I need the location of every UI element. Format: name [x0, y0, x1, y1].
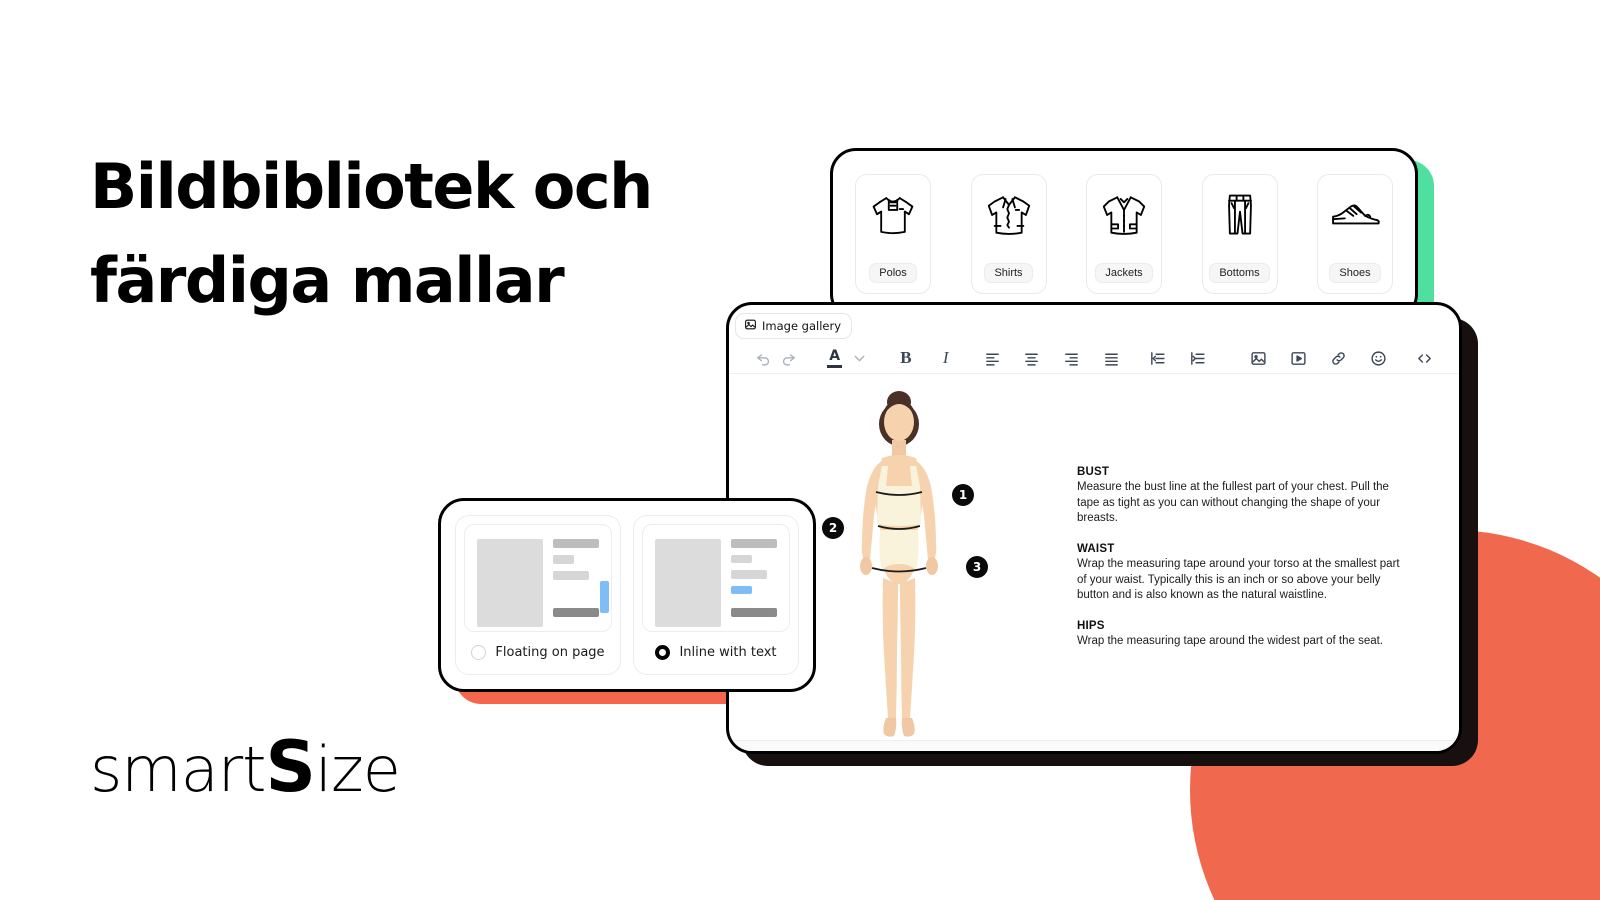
align-justify-icon[interactable] — [1099, 343, 1124, 373]
image-icon — [744, 318, 757, 334]
category-card-bottoms[interactable]: Bottoms — [1201, 174, 1278, 294]
radio-button-inline[interactable] — [655, 645, 671, 660]
wireframe-preview-inline — [642, 524, 790, 632]
undo-icon[interactable] — [751, 343, 776, 373]
shoe-icon — [1328, 186, 1382, 244]
wireframe-image-block — [655, 539, 721, 627]
wireframe-blue-highlight — [600, 581, 609, 613]
outdent-icon[interactable] — [1145, 343, 1170, 373]
editor-content: 1 2 3 BUST Measure the bust line at the … — [729, 374, 1459, 740]
wireframe-text-lines — [553, 539, 609, 617]
category-label: Shirts — [984, 263, 1033, 283]
text-color-icon[interactable]: A — [822, 343, 847, 373]
editor-toolbar: A B I — [729, 343, 1459, 375]
category-card-polos[interactable]: Polos — [855, 174, 931, 294]
radio-label: Floating on page — [495, 645, 605, 660]
tab-image-gallery[interactable]: Image gallery — [735, 313, 853, 339]
source-code-icon[interactable] — [1412, 343, 1437, 373]
radio-label: Inline with text — [679, 645, 777, 660]
insert-emoji-icon[interactable] — [1366, 343, 1391, 373]
garment-category-panel: Polos Shirts Jackets Bottoms Shoes — [830, 148, 1418, 320]
trousers-icon — [1213, 186, 1267, 244]
body-figure-illustration: 1 2 3 — [804, 388, 994, 740]
wireframe-text-lines — [731, 539, 777, 617]
wireframe-line — [731, 554, 752, 564]
text-color-swatch — [827, 364, 843, 368]
insert-video-icon[interactable] — [1286, 343, 1311, 373]
insert-image-icon[interactable] — [1246, 343, 1271, 373]
dress-shirt-icon — [982, 186, 1036, 244]
wireframe-line — [553, 539, 599, 548]
radio-row-inline[interactable]: Inline with text — [642, 632, 790, 674]
chevron-down-icon[interactable] — [847, 343, 872, 373]
polo-shirt-icon — [866, 186, 920, 244]
wireframe-preview-floating — [464, 524, 612, 632]
section-body: Wrap the measuring tape around the wides… — [1077, 635, 1383, 648]
section-heading: BUST — [1077, 466, 1110, 479]
page-title: Bildbibliotek och färdiga mallar — [90, 140, 730, 328]
category-label: Jackets — [1095, 263, 1153, 283]
brand-logo: smart Size — [90, 726, 401, 808]
page-title-line-1: Bildbibliotek och — [90, 150, 653, 223]
indent-icon[interactable] — [1185, 343, 1210, 373]
align-right-icon[interactable] — [1059, 343, 1084, 373]
wireframe-image-block — [477, 539, 543, 627]
category-card-shirts[interactable]: Shirts — [970, 174, 1047, 294]
category-label: Polos — [869, 263, 917, 283]
wireframe-line — [553, 608, 599, 617]
align-left-icon[interactable] — [980, 343, 1005, 373]
instruction-section-waist: WAIST Wrap the measuring tape around you… — [1077, 543, 1403, 603]
jacket-icon — [1097, 186, 1151, 244]
insert-link-icon[interactable] — [1326, 343, 1351, 373]
wireframe-line — [553, 571, 589, 580]
section-heading: WAIST — [1077, 543, 1115, 556]
category-card-shoes[interactable]: Shoes — [1317, 174, 1393, 294]
italic-icon[interactable]: I — [933, 343, 958, 373]
instruction-section-bust: BUST Measure the bust line at the fulles… — [1077, 466, 1403, 526]
tab-label: Image gallery — [762, 319, 842, 333]
layout-option-floating[interactable]: Floating on page — [455, 515, 621, 675]
wireframe-line — [731, 608, 777, 617]
align-center-icon[interactable] — [1019, 343, 1044, 373]
section-body: Wrap the measuring tape around your tors… — [1077, 558, 1400, 601]
wireframe-line — [731, 570, 767, 579]
radio-row-floating[interactable]: Floating on page — [464, 632, 612, 674]
wireframe-spacer — [553, 587, 599, 601]
editor-window: A B I 1 2 3 BUST Measure the bust line a… — [726, 302, 1462, 754]
bold-icon[interactable]: B — [894, 343, 919, 373]
wireframe-line — [553, 555, 574, 564]
instruction-section-hips: HIPS Wrap the measuring tape around the … — [1077, 620, 1403, 649]
logo-suffix: ize — [314, 733, 401, 806]
category-label: Bottoms — [1209, 263, 1270, 283]
redo-icon[interactable] — [776, 343, 801, 373]
wireframe-blue-highlight — [731, 585, 752, 595]
radio-button-floating[interactable] — [471, 645, 487, 660]
logo-accent-letter: S — [265, 726, 316, 808]
page-root: Bildbibliotek och färdiga mallar smart Si… — [0, 0, 1600, 900]
text-color-letter: A — [829, 347, 841, 364]
image-layout-options-panel: Floating on page Inline with text — [438, 498, 816, 692]
section-heading: HIPS — [1077, 620, 1105, 633]
editor-footer — [729, 740, 1459, 751]
page-title-line-2: färdiga mallar — [90, 244, 565, 318]
section-body: Measure the bust line at the fullest par… — [1077, 481, 1389, 524]
category-card-jackets[interactable]: Jackets — [1086, 174, 1162, 294]
category-label: Shoes — [1329, 263, 1381, 283]
logo-prefix: smart — [90, 733, 266, 806]
wireframe-line — [731, 539, 777, 548]
measurement-instructions: BUST Measure the bust line at the fulles… — [1069, 382, 1459, 740]
layout-option-inline[interactable]: Inline with text — [633, 515, 799, 675]
